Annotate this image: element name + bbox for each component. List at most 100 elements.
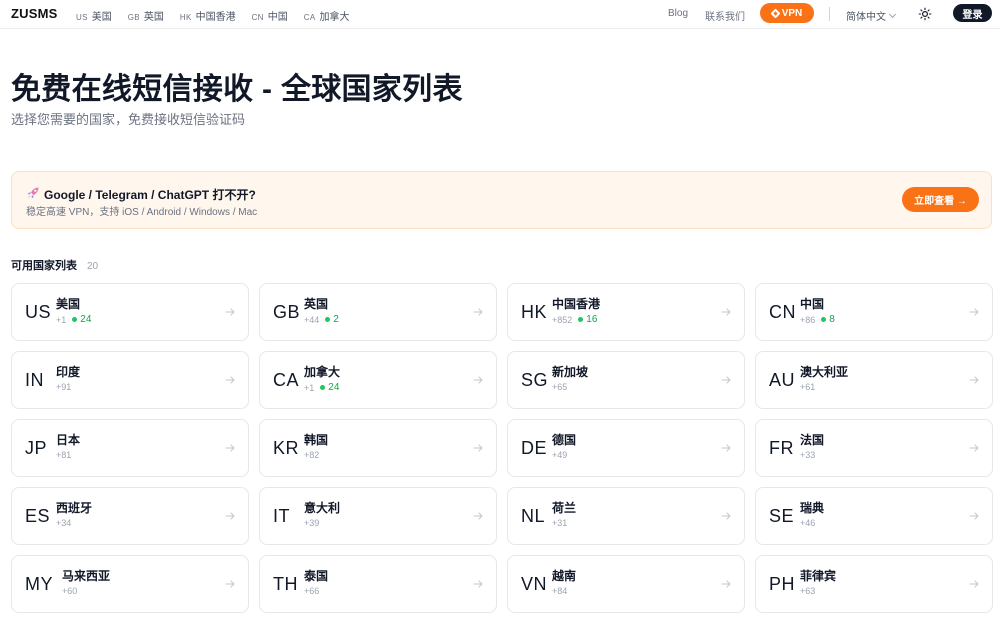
country-code: CN bbox=[769, 302, 796, 322]
country-info: 西班牙 +34 bbox=[56, 501, 92, 528]
country-meta: +852 16 bbox=[552, 314, 600, 325]
sun-icon[interactable] bbox=[918, 7, 932, 21]
arrow-right-icon bbox=[225, 512, 235, 520]
country-code: HK bbox=[521, 302, 548, 322]
arrow-right-icon bbox=[969, 512, 979, 520]
country-card-in[interactable]: IN 印度 +91 bbox=[11, 351, 249, 409]
dial-code: +86 bbox=[800, 314, 816, 325]
country-meta: +84 bbox=[552, 586, 576, 596]
country-card-ph[interactable]: PH 菲律宾 +63 bbox=[755, 555, 993, 613]
country-code: ES bbox=[25, 506, 51, 526]
country-code: SE bbox=[769, 506, 795, 526]
contact-link[interactable]: 联系我们 bbox=[705, 8, 745, 23]
vpn-button[interactable]: VPN bbox=[760, 3, 814, 23]
country-name: 澳大利亚 bbox=[800, 365, 849, 379]
dial-code: +84 bbox=[552, 586, 568, 596]
country-info: 印度 +91 bbox=[56, 365, 80, 392]
country-card-my[interactable]: MY 马来西亚 +60 bbox=[11, 555, 249, 613]
country-meta: +1 24 bbox=[304, 382, 340, 393]
country-card-hk[interactable]: HK 中国香港 +852 16 bbox=[507, 283, 745, 341]
login-button[interactable]: 登录 bbox=[953, 4, 992, 22]
country-meta: +86 8 bbox=[800, 314, 835, 325]
dial-code: +65 bbox=[552, 382, 568, 392]
quick-link-ca[interactable]: CA 加拿大 bbox=[304, 8, 350, 23]
dial-code: +46 bbox=[800, 518, 816, 528]
country-info: 荷兰 +31 bbox=[552, 501, 576, 528]
quick-link-hk[interactable]: HK 中国香港 bbox=[180, 8, 236, 23]
country-info: 菲律宾 +63 bbox=[800, 569, 836, 596]
country-card-nl[interactable]: NL 荷兰 +31 bbox=[507, 487, 745, 545]
quick-link-name: 中国香港 bbox=[195, 12, 236, 23]
dial-code: +61 bbox=[800, 382, 816, 392]
country-meta: +60 bbox=[62, 586, 110, 596]
country-card-vn[interactable]: VN 越南 +84 bbox=[507, 555, 745, 613]
country-meta: +1 24 bbox=[56, 314, 91, 325]
chevron-down-icon bbox=[888, 10, 897, 18]
country-card-au[interactable]: AU 澳大利亚 +61 bbox=[755, 351, 993, 409]
country-card-us[interactable]: US 美国 +1 24 bbox=[11, 283, 249, 341]
country-code: CA bbox=[273, 370, 300, 390]
country-card-ca[interactable]: CA 加拿大 +1 24 bbox=[259, 351, 497, 409]
country-card-fr[interactable]: FR 法国 +33 bbox=[755, 419, 993, 477]
quick-link-cn[interactable]: CN 中国 bbox=[252, 8, 288, 23]
country-card-jp[interactable]: JP 日本 +81 bbox=[11, 419, 249, 477]
country-name: 泰国 bbox=[304, 569, 329, 583]
country-code: IN bbox=[25, 370, 44, 390]
country-info: 法国 +33 bbox=[800, 433, 824, 460]
quick-link-name: 美国 bbox=[91, 12, 112, 23]
country-card-kr[interactable]: KR 韩国 +82 bbox=[259, 419, 497, 477]
country-info: 澳大利亚 +61 bbox=[800, 365, 848, 392]
diamond-icon bbox=[770, 8, 781, 18]
dial-code: +33 bbox=[800, 450, 816, 460]
country-code: US bbox=[25, 302, 52, 322]
country-name: 英国 bbox=[304, 297, 329, 311]
promo-view-button[interactable]: 立即查看 → bbox=[902, 187, 979, 212]
country-info: 德国 +49 bbox=[552, 433, 576, 460]
quick-link-us[interactable]: US 美国 bbox=[76, 8, 112, 23]
quick-link-name: 英国 bbox=[143, 12, 164, 23]
country-card-de[interactable]: DE 德国 +49 bbox=[507, 419, 745, 477]
country-card-se[interactable]: SE 瑞典 +46 bbox=[755, 487, 993, 545]
available-number: 16 bbox=[586, 314, 598, 325]
arrow-right-icon bbox=[721, 376, 731, 384]
dial-code: +31 bbox=[552, 518, 568, 528]
country-name: 意大利 bbox=[304, 501, 341, 515]
country-card-th[interactable]: TH 泰国 +66 bbox=[259, 555, 497, 613]
language-selector[interactable]: 简体中文 bbox=[846, 8, 897, 23]
blog-link[interactable]: Blog bbox=[668, 8, 688, 19]
arrow-right-icon bbox=[225, 580, 235, 588]
country-card-gb[interactable]: GB 英国 +44 2 bbox=[259, 283, 497, 341]
country-code: FR bbox=[769, 438, 794, 458]
country-card-it[interactable]: IT 意大利 +39 bbox=[259, 487, 497, 545]
arrow-right-icon bbox=[473, 308, 483, 316]
country-name: 加拿大 bbox=[304, 365, 341, 379]
language-label: 简体中文 bbox=[846, 12, 886, 23]
country-meta: +49 bbox=[552, 450, 576, 460]
country-name: 法国 bbox=[800, 433, 825, 447]
country-code: SG bbox=[521, 370, 549, 390]
available-number: 8 bbox=[829, 314, 835, 325]
country-code: VN bbox=[521, 574, 548, 594]
country-code: DE bbox=[521, 438, 548, 458]
country-info: 美国 +1 24 bbox=[56, 297, 91, 325]
country-grid: US 美国 +1 24 GB 英国 +44 2 HK 中国香港 +852 16 CN 中国 +86 8 IN 印度… bbox=[11, 283, 993, 613]
vpn-button-label: VPN bbox=[781, 7, 803, 19]
country-code: IT bbox=[273, 506, 290, 526]
country-meta: +63 bbox=[800, 586, 836, 596]
country-meta: +61 bbox=[800, 382, 848, 392]
country-card-cn[interactable]: CN 中国 +86 8 bbox=[755, 283, 993, 341]
brand-logo[interactable]: ZUSMS bbox=[11, 6, 58, 21]
country-name: 日本 bbox=[56, 433, 81, 447]
country-name: 瑞典 bbox=[800, 501, 825, 515]
quick-link-code: GB bbox=[127, 13, 140, 22]
dial-code: +1 bbox=[56, 314, 67, 325]
online-dot-icon bbox=[320, 385, 326, 390]
country-meta: +39 bbox=[304, 518, 340, 528]
page-title: 免费在线短信接收 - 全球国家列表 bbox=[11, 73, 463, 106]
quick-link-gb[interactable]: GB 英国 bbox=[128, 8, 164, 23]
dial-code: +49 bbox=[552, 450, 568, 460]
quick-link-code: CN bbox=[251, 13, 264, 22]
country-card-sg[interactable]: SG 新加坡 +65 bbox=[507, 351, 745, 409]
quick-link-code: HK bbox=[179, 13, 192, 22]
country-card-es[interactable]: ES 西班牙 +34 bbox=[11, 487, 249, 545]
